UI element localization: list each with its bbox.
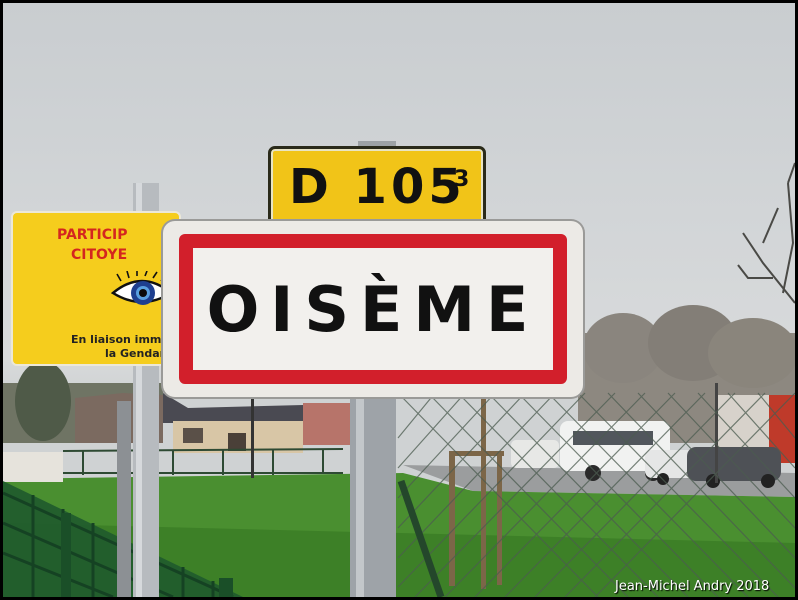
town-name: OISÈME [206, 272, 540, 346]
left-post-bracket [117, 401, 131, 597]
houses [75, 393, 351, 453]
road-number-superscript: 3 [454, 167, 470, 192]
citizen-participation-sign: PARTICIP CITOYE En liaison immé la Genda… [11, 211, 181, 366]
road-number: D 105 [289, 159, 466, 215]
bare-branches [737, 162, 795, 304]
town-entry-sign: OISÈME [163, 221, 583, 397]
photo-credit: Jean-Michel Andry 2018 [615, 579, 770, 594]
lamp-post [251, 398, 254, 478]
road-number-sign: D 105 3 [268, 146, 486, 226]
photo-frame: PARTICIP CITOYE En liaison immé la Genda… [0, 0, 798, 600]
lamp-post [715, 383, 718, 483]
low-wall [3, 452, 63, 482]
photo-scene: PARTICIP CITOYE En liaison immé la Genda… [3, 3, 795, 597]
town-sign-red-border: OISÈME [179, 234, 567, 384]
